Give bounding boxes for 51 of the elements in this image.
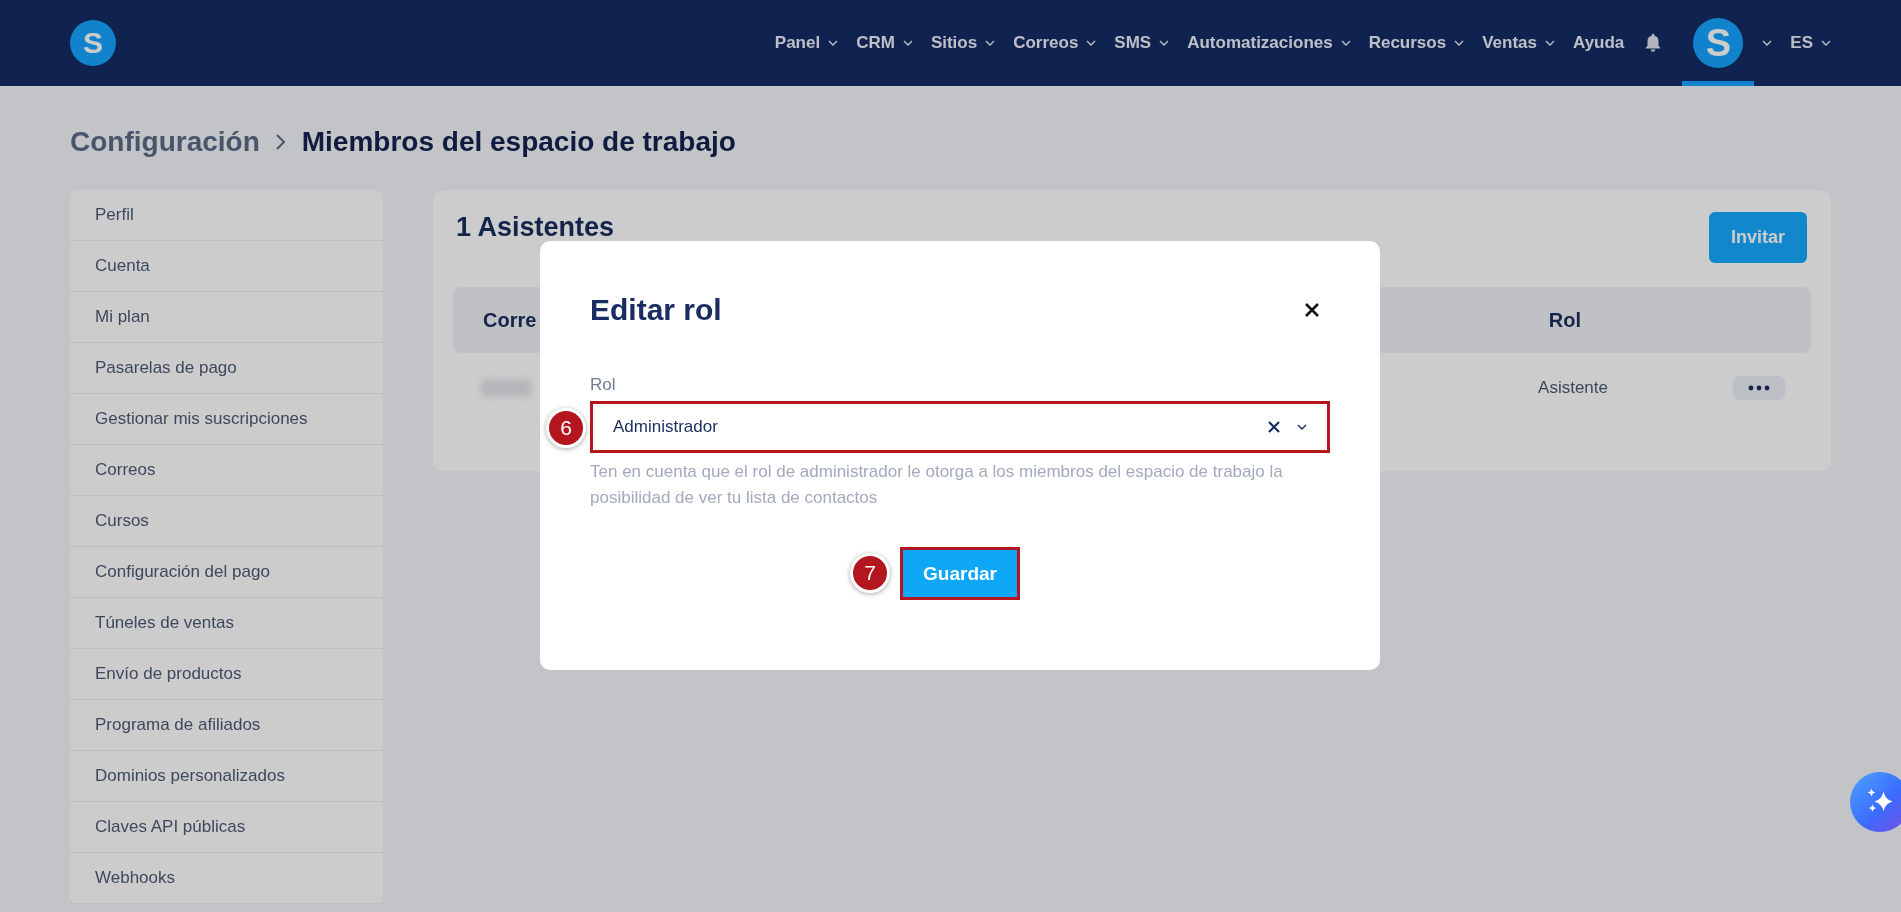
nav-menu-item[interactable]: Ventas [1482,33,1555,53]
help-text: Ten en cuenta que el rol de administrador le otorga a los miembros del espacio de trabajo la posibilidad de ver tu lista de contactos [590,461,1284,509]
more-icon [1748,385,1770,391]
chevron-down-icon [985,40,996,46]
nav-menu-item[interactable]: Ayuda [1573,33,1625,53]
sparkle-icon [1867,788,1894,813]
sidebar-item[interactable]: Gestionar mis suscripciones [70,394,383,445]
chevron-down-icon [828,40,839,46]
chevron-down-icon [1545,40,1555,46]
section-title: 1 Asistentes [456,212,615,243]
dialog-title: Editar rol [590,293,722,327]
more-button[interactable] [1733,376,1785,400]
sidebar-item[interactable]: Cuenta [70,241,383,292]
chevron-down-icon [1454,40,1465,46]
column-header: Rol [1548,308,1581,332]
sidebar-item[interactable]: Correos [70,445,383,496]
nav-menu-item[interactable]: Automatizaciones [1187,33,1351,53]
chevron-down-icon [1086,40,1097,46]
nav-menu-item[interactable]: Panel [774,33,839,53]
sidebar-item[interactable]: Webhooks [70,853,383,904]
sidebar-item[interactable]: Programa de afiliados [70,700,383,751]
sidebar-item[interactable]: Envío de productos [70,649,383,700]
chevron-down-icon [1821,40,1831,46]
chevron-right-icon [273,132,288,152]
chevron-down-icon [1159,40,1170,46]
table-cell: Asistente [1538,378,1608,398]
nav-menu-item[interactable]: Sitios [930,33,996,53]
column-header: Corre [483,308,537,332]
sidebar-item[interactable]: Dominios personalizados [70,751,383,802]
sidebar-item[interactable]: Cursos [70,496,383,547]
sidebar-item[interactable]: Configuración del pago [70,547,383,598]
language-menu[interactable]: ES [1790,33,1831,53]
sidebar-item[interactable]: Claves API públicas [70,802,383,853]
sidebar-item[interactable]: Túneles de ventas [70,598,383,649]
nav-menu-item[interactable]: CRM [856,33,913,53]
sidebar-item[interactable]: Perfil [70,190,383,241]
field-label: Rol [590,375,617,395]
breadcrumb-link[interactable]: Configuración [70,126,260,158]
step-marker: 6 [546,408,586,448]
chevron-down-icon [1340,40,1351,46]
sidebar-item[interactable]: Mi plan [70,292,383,343]
chevron-down-icon [902,40,913,46]
nav-menu-item[interactable]: Recursos [1368,33,1465,53]
clear-icon[interactable] [1267,420,1281,434]
sidebar-item[interactable]: Pasarelas de pago [70,343,383,394]
nav-menu-item[interactable]: SMS [1114,33,1170,53]
chevron-down-icon [1297,424,1307,430]
chevron-down-icon [1762,40,1773,46]
page-title: Miembros del espacio de trabajo [301,126,736,158]
assistant-button[interactable] [1850,772,1901,832]
nav-menu-item[interactable]: Correos [1013,33,1097,53]
